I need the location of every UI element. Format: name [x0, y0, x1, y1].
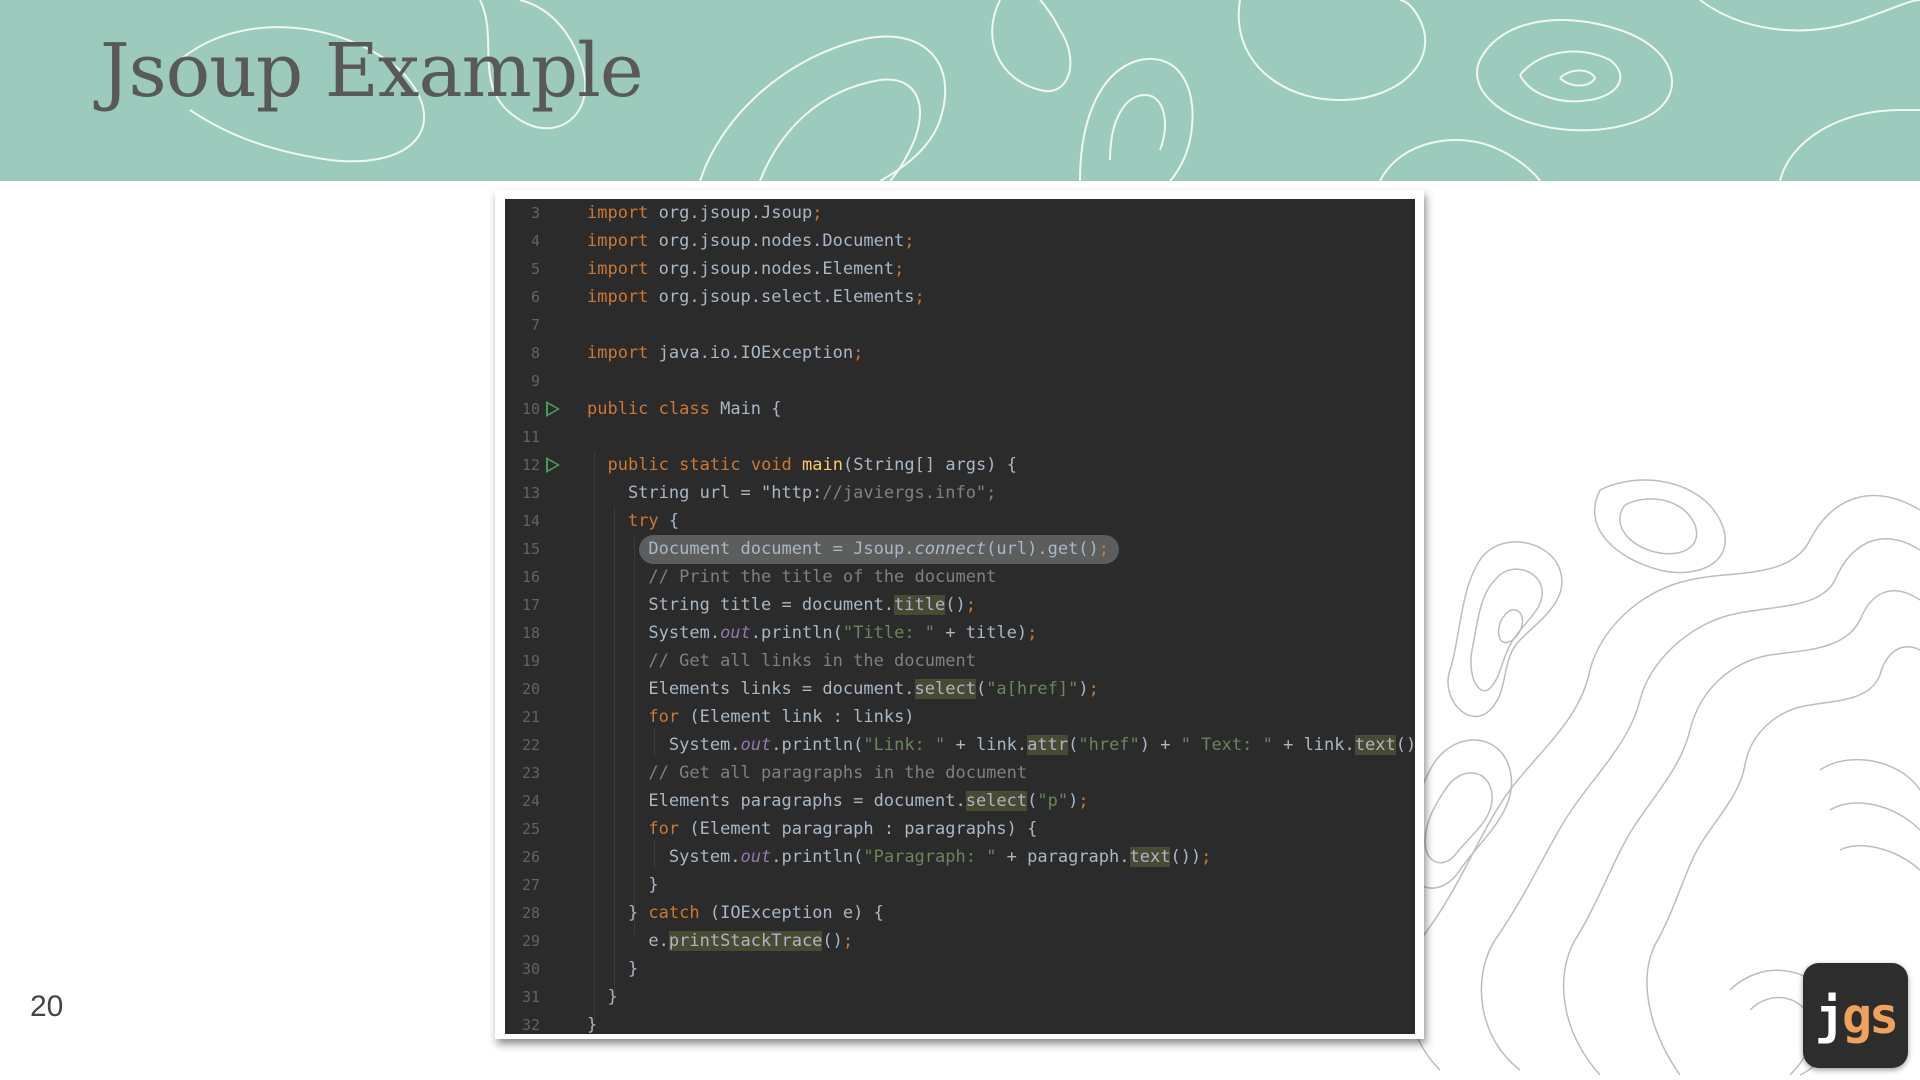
code-text: // Get all links in the document	[648, 651, 976, 671]
code-line: 23 // Get all paragraphs in the document	[505, 759, 1415, 787]
code-line: 31 }	[505, 983, 1415, 1011]
code-line: 14 try {	[505, 507, 1415, 535]
slide-title: Jsoup Example	[100, 28, 644, 114]
code-text: }	[587, 959, 639, 979]
code-line: 7	[505, 311, 1415, 339]
code-text: public class Main {	[587, 399, 782, 419]
code-text: // Print the title of the document	[648, 567, 997, 587]
code-line: 18 System.out.println("Title: " + title)…	[505, 619, 1415, 647]
line-number: 15	[521, 540, 540, 558]
code-line: 16 // Print the title of the document	[505, 563, 1415, 591]
code-text: Document document = Jsoup.connect(url).g…	[587, 539, 1110, 559]
code-text: String title = document.title();	[587, 595, 976, 615]
code-text: import org.jsoup.select.Elements;	[587, 287, 925, 307]
code-line: 32}	[505, 1011, 1415, 1034]
code-line: 21 for (Element link : links)	[505, 703, 1415, 731]
code-line: 10 public class Main {	[505, 395, 1415, 423]
code-text: import java.io.IOException;	[587, 343, 864, 363]
code-text: Elements links = document.select("a[href…	[587, 679, 1099, 699]
code-text: e.printStackTrace();	[587, 931, 854, 951]
line-number: 5	[530, 260, 540, 278]
line-number: 6	[530, 288, 540, 306]
line-number: 4	[530, 232, 540, 250]
code-line: 15 Document document = Jsoup.connect(url…	[505, 535, 1415, 563]
code-line: 13 String url = "http://javiergs.info";	[505, 479, 1415, 507]
code-line: 8 import java.io.IOException;	[505, 339, 1415, 367]
code-text: String url = "http://javiergs.info";	[587, 483, 997, 503]
code-line: 22 System.out.println("Link: " + link.at…	[505, 731, 1415, 759]
code-text: Elements paragraphs = document.select("p…	[587, 791, 1089, 811]
line-number: 3	[530, 204, 540, 222]
line-number: 22	[521, 736, 540, 754]
code-text: for (Element paragraph : paragraphs) {	[648, 819, 1038, 839]
code-text: import org.jsoup.nodes.Document;	[587, 231, 915, 251]
code-text: try {	[627, 511, 680, 531]
line-number: 13	[521, 484, 540, 502]
line-number: 26	[521, 848, 540, 866]
code-text: for (Element link : links)	[648, 707, 915, 727]
code-text: public static void main(String[] args) {	[607, 455, 1017, 475]
page-number: 20	[30, 990, 64, 1023]
line-number: 23	[521, 764, 540, 782]
code-line: 28 } catch (IOException e) {	[505, 899, 1415, 927]
code-screenshot-frame: 3 import org.jsoup.Jsoup; 4 import org.jsou…	[495, 190, 1424, 1039]
code-text: import org.jsoup.nodes.Element;	[587, 259, 905, 279]
line-number: 12	[521, 456, 540, 474]
code-line: 20 Elements links = document.select("a[h…	[505, 675, 1415, 703]
line-number: 10	[521, 400, 540, 418]
code-text: }	[587, 875, 659, 895]
line-number: 30	[521, 960, 540, 978]
code-line: 29 e.printStackTrace();	[505, 927, 1415, 955]
code-text: import org.jsoup.Jsoup;	[587, 203, 823, 223]
line-number: 11	[521, 428, 540, 446]
line-number: 21	[521, 708, 540, 726]
code-line: 5 import org.jsoup.nodes.Element;	[505, 255, 1415, 283]
code-text: System.out.println("Link: " + link.attr(…	[587, 735, 1415, 755]
code-line: 25 for (Element paragraph : paragraphs) …	[505, 815, 1415, 843]
run-gutter-icon[interactable]	[546, 401, 560, 417]
code-line: 4 import org.jsoup.nodes.Document;	[505, 227, 1415, 255]
line-number: 18	[521, 624, 540, 642]
code-line: 9	[505, 367, 1415, 395]
code-text: }	[587, 1015, 598, 1034]
code-line: 19 // Get all links in the document	[505, 647, 1415, 675]
code-text: }	[587, 987, 618, 1007]
line-number: 14	[521, 512, 540, 530]
jgs-logo: j gs	[1803, 963, 1908, 1068]
line-number: 25	[521, 820, 540, 838]
code-text: // Get all paragraphs in the document	[648, 763, 1028, 783]
line-number: 17	[521, 596, 540, 614]
line-number: 8	[530, 344, 540, 362]
logo-letters-gs: gs	[1841, 986, 1899, 1045]
line-number: 32	[521, 1016, 540, 1034]
line-number: 27	[521, 876, 540, 894]
code-text: } catch (IOException e) {	[587, 903, 884, 923]
line-number: 31	[521, 988, 540, 1006]
line-number: 9	[530, 372, 540, 390]
code-line: 26 System.out.println("Paragraph: " + pa…	[505, 843, 1415, 871]
code-line: 6 import org.jsoup.select.Elements;	[505, 283, 1415, 311]
code-line: 11	[505, 423, 1415, 451]
code-text: System.out.println("Paragraph: " + parag…	[587, 847, 1212, 867]
code-line: 30 }	[505, 955, 1415, 983]
line-number: 28	[521, 904, 540, 922]
line-number: 24	[521, 792, 540, 810]
code-line: 17 String title = document.title();	[505, 591, 1415, 619]
run-gutter-icon[interactable]	[546, 457, 560, 473]
code-text: System.out.println("Title: " + title);	[587, 623, 1038, 643]
line-number: 16	[521, 568, 540, 586]
logo-letter-j: j	[1814, 986, 1845, 1045]
line-number: 7	[530, 316, 540, 334]
code-line: 24 Elements paragraphs = document.select…	[505, 787, 1415, 815]
line-number: 20	[521, 680, 540, 698]
line-number: 29	[521, 932, 540, 950]
code-line: 3 import org.jsoup.Jsoup;	[505, 199, 1415, 227]
code-line: 27 }	[505, 871, 1415, 899]
line-number: 19	[521, 652, 540, 670]
code-editor: 3 import org.jsoup.Jsoup; 4 import org.jsou…	[505, 199, 1415, 1034]
code-line: 12 public static void main(String[] args…	[505, 451, 1415, 479]
